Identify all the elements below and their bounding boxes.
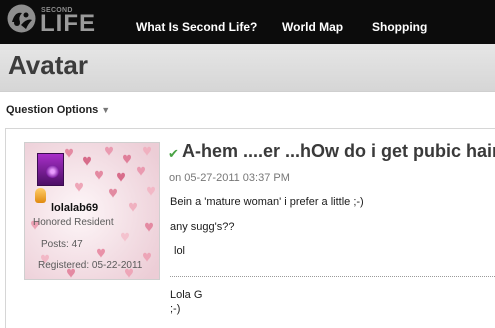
nav-item-world-map[interactable]: World Map	[282, 20, 343, 34]
second-life-eye-icon	[7, 4, 36, 33]
question-options-dropdown[interactable]: Question Options ▼	[6, 104, 110, 116]
author-username[interactable]: lolalab69	[51, 202, 98, 214]
checkmark-icon: ✔	[168, 146, 179, 161]
author-post-count: Posts: 47	[41, 239, 83, 250]
signature-divider	[170, 276, 495, 277]
logo-text-big: LIFE	[40, 10, 96, 37]
signature-line: Lola G	[170, 289, 203, 301]
post-body-line: any sugg's??	[170, 221, 235, 233]
top-navigation-bar: SECOND LIFE What Is Second Life? World M…	[0, 0, 495, 44]
caret-down-icon: ▼	[101, 105, 111, 115]
author-rank: Honored Resident	[33, 217, 114, 228]
author-registered-date: Registered: 05-22-2011	[38, 260, 143, 271]
nav-item-what-is-second-life[interactable]: What Is Second Life?	[136, 20, 257, 34]
site-logo[interactable]: SECOND LIFE	[6, 3, 102, 39]
rank-badge-icon	[35, 188, 46, 203]
question-options-label: Question Options	[6, 104, 99, 116]
post-title[interactable]: A-hem ....er ...hOw do i get pubic hair?	[182, 141, 495, 162]
avatar-image	[46, 165, 59, 178]
signature-line: ;-)	[170, 303, 181, 315]
nav-item-shopping[interactable]: Shopping	[372, 20, 427, 34]
page-title: Avatar	[8, 50, 88, 80]
author-card: lolalab69 Honored Resident Posts: 47 Reg…	[24, 142, 160, 280]
post-body-line: Bein a 'mature woman' i prefer a little …	[170, 196, 364, 208]
avatar[interactable]	[37, 153, 64, 186]
post-body-line: lol	[174, 245, 186, 257]
post-date: on 05-27-2011 03:37 PM	[169, 172, 290, 184]
